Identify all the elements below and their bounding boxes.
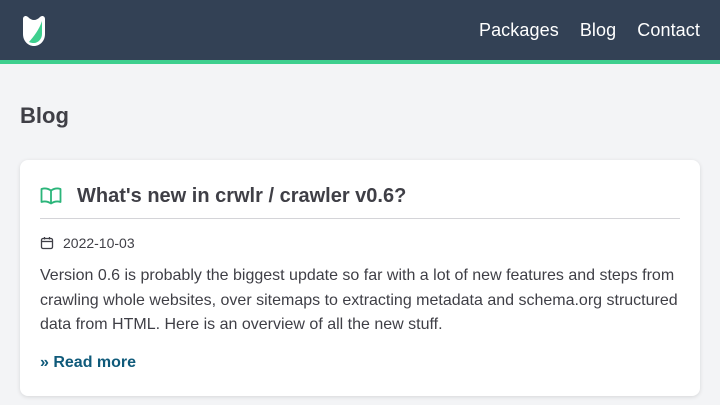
page-title: Blog <box>20 103 69 128</box>
calendar-icon <box>40 236 54 250</box>
read-more-link[interactable]: » Read more <box>40 354 136 372</box>
nav-link-contact[interactable]: Contact <box>637 20 700 41</box>
top-navigation-bar: Packages Blog Contact <box>0 0 720 64</box>
post-date-text: 2022-10-03 <box>63 235 135 251</box>
logo-icon[interactable] <box>20 14 48 48</box>
nav-link-packages[interactable]: Packages <box>479 20 559 41</box>
post-date: 2022-10-03 <box>40 234 135 252</box>
post-excerpt: Version 0.6 is probably the biggest upda… <box>40 267 678 333</box>
main-nav: Packages Blog Contact <box>479 0 700 60</box>
blog-post-card: What's new in crwlr / crawler v0.6? 2022… <box>20 160 700 396</box>
nav-link-blog[interactable]: Blog <box>580 20 616 41</box>
book-open-icon <box>40 186 62 206</box>
post-title-link[interactable]: What's new in crwlr / crawler v0.6? <box>77 185 406 208</box>
post-header: What's new in crwlr / crawler v0.6? <box>40 180 680 219</box>
